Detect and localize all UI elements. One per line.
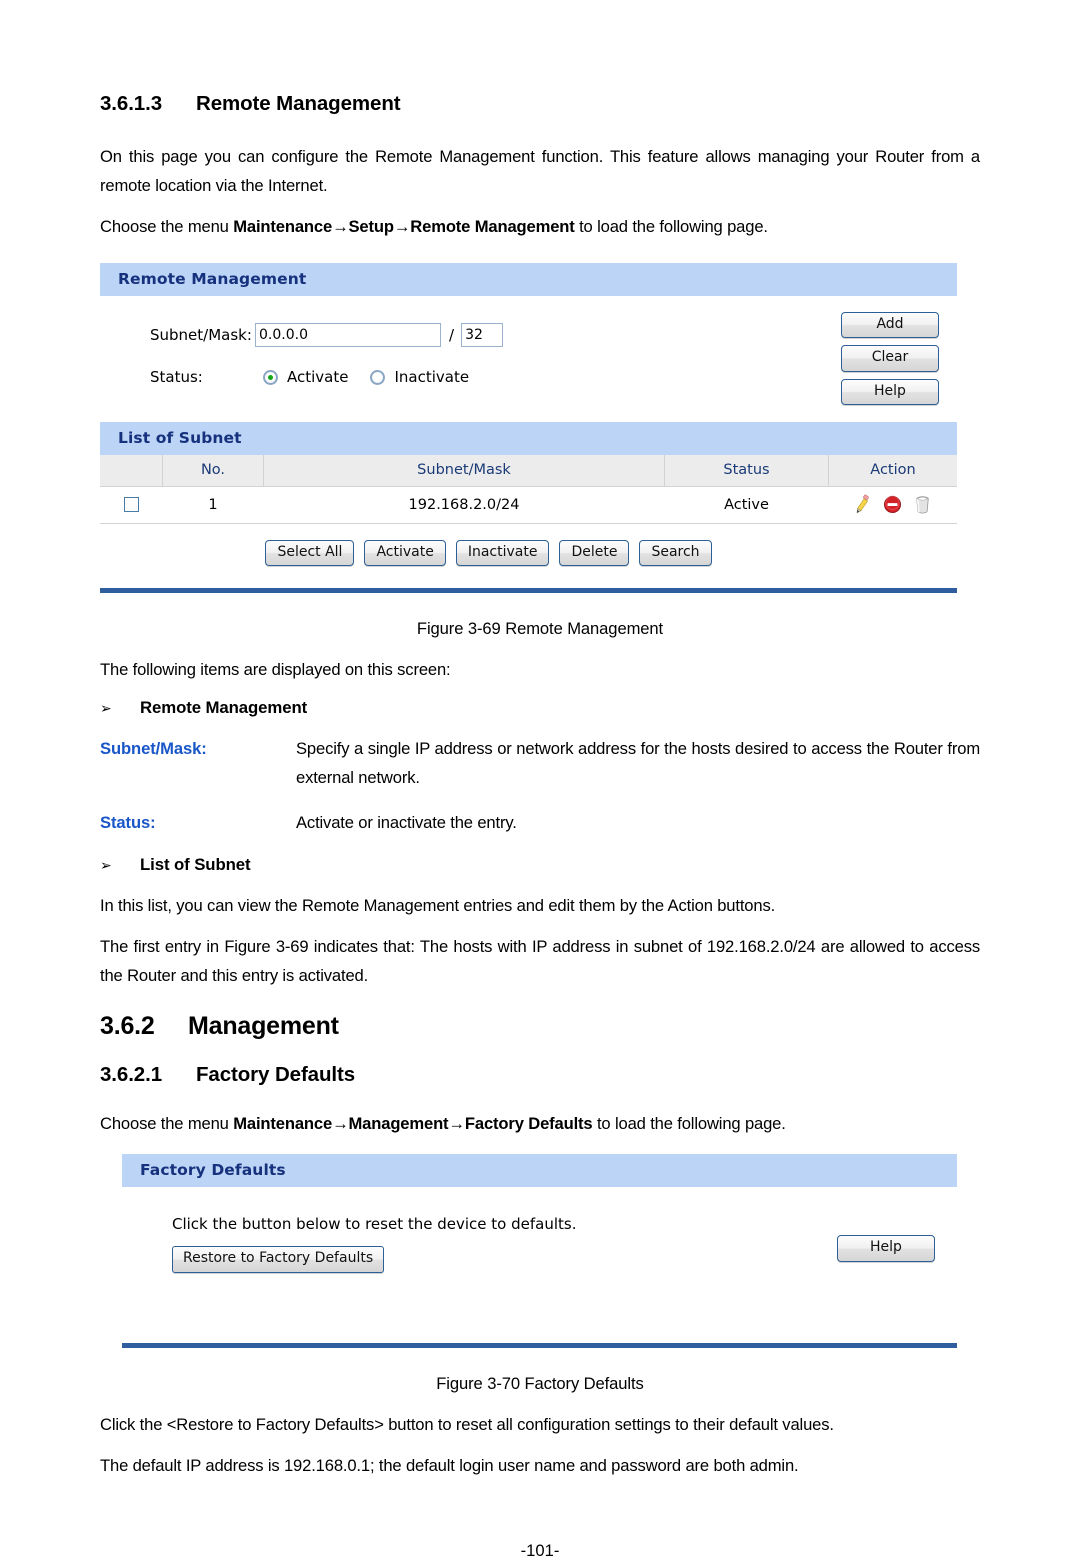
inactivate-button[interactable]: Inactivate [455,540,550,567]
remote-management-panel-body: Subnet/Mask: 0.0.0.0 / 32 Status: Activa… [100,296,957,422]
row-checkbox-cell[interactable] [100,486,163,524]
figure-caption-3-70: Figure 3-70 Factory Defaults [436,1374,644,1394]
row-no: 1 [162,486,264,524]
first-entry-note: The first entry in Figure 3-69 indicates… [100,937,980,986]
column-header-subnet-mask: Subnet/Mask [263,455,665,487]
arrow-bullet-icon: ➢ [100,700,112,717]
choose-suffix: to load the following page. [574,217,768,236]
heading-3-6-2-1-title: Factory Defaults [196,1063,356,1087]
subnet-table: No. Subnet/Mask Status Action 1 192.168.… [100,455,957,524]
definition-term-status: Status: [100,813,156,833]
subnet-mask-fields: 0.0.0.0 / 32 [255,323,504,347]
bullet-remote-management: ➢ Remote Management [100,698,980,718]
page-number: -101- [520,1540,560,1560]
subnet-mask-label: Subnet/Mask: [150,326,252,344]
remote-management-form: Subnet/Mask: 0.0.0.0 / 32 Status: Activa… [100,296,957,422]
remote-intro-paragraph: On this page you can configure the Remot… [100,147,980,195]
disable-icon[interactable] [882,494,903,515]
mask-input[interactable]: 32 [461,323,504,347]
factory-note-2: The default IP address is 192.168.0.1; t… [100,1456,799,1476]
remote-management-panel-title: Remote Management [100,263,957,296]
help-button[interactable]: Help [841,378,939,406]
radio-activate-label: Activate [287,368,349,386]
remote-management-side-buttons: Add Clear Help [841,312,939,406]
delete-trash-icon[interactable] [912,494,933,515]
radio-inactivate-label: Inactivate [394,368,470,386]
figure-caption-3-69: Figure 3-69 Remote Management [416,619,664,639]
row-status: Active [664,486,829,524]
activate-button[interactable]: Activate [364,540,446,567]
column-header-no: No. [162,455,264,487]
table-row: 1 192.168.2.0/24 Active [100,486,957,524]
search-button[interactable]: Search [639,540,712,567]
list-of-subnet-body: No. Subnet/Mask Status Action 1 192.168.… [100,455,957,589]
slash-separator: / [449,326,455,344]
radio-activate-dot[interactable] [263,369,278,385]
definition-desc-subnet-mask: Specify a single IP address or network a… [296,739,980,788]
list-of-subnet-panel-title: List of Subnet [100,422,957,455]
factory-defaults-panel-title: Factory Defaults [122,1154,957,1188]
restore-to-factory-defaults-button[interactable]: Restore to Factory Defaults [172,1246,385,1273]
subnet-mask-row: Subnet/Mask: 0.0.0.0 / 32 [100,314,957,356]
factory-choose-prefix: Choose the menu [100,1114,234,1134]
factory-defaults-panel: Factory Defaults Click the button below … [122,1154,957,1349]
row-subnet-mask: 192.168.2.0/24 [263,486,665,524]
heading-3-6-2-1-number: 3.6.2.1 [100,1063,162,1087]
heading-3-6-1-3: 3.6.1.3 Remote Management [100,92,980,116]
status-radio-group: Activate Inactivate [255,368,491,386]
row-action-cell [828,486,957,524]
heading-3-6-2: 3.6.2 Management [100,1012,980,1041]
radio-inactivate[interactable]: Inactivate [370,368,469,386]
heading-title: Remote Management [196,92,401,115]
add-button[interactable]: Add [841,312,939,339]
column-header-select [100,455,163,487]
factory-menu-path: Maintenance→Management→Factory Defaults [233,1114,593,1134]
column-header-action: Action [828,455,957,487]
restore-button-wrap: Restore to Factory Defaults [122,1246,957,1273]
factory-defaults-panel-body: Click the button below to reset the devi… [122,1187,957,1344]
bullet-list-of-subnet: ➢ List of Subnet [100,855,980,875]
radio-activate[interactable]: Activate [263,368,348,386]
status-label: Status: [150,368,203,386]
list-of-subnet-description: In this list, you can view the Remote Ma… [100,896,776,916]
bullet-list-of-subnet-label: List of Subnet [140,855,251,875]
subnet-input[interactable]: 0.0.0.0 [255,323,441,347]
arrow-bullet-icon-2: ➢ [100,857,112,874]
factory-choose-menu-paragraph: Choose the menu Maintenance→Management→F… [100,1109,980,1138]
definition-term-subnet-mask: Subnet/Mask: [100,739,207,759]
select-all-button[interactable]: Select All [265,540,355,567]
radio-inactivate-dot[interactable] [370,369,386,385]
heading-3-6-2-1: 3.6.2.1 Factory Defaults [100,1063,980,1087]
choose-prefix: Choose the menu [100,217,234,236]
edit-pencil-icon[interactable] [853,494,874,515]
factory-choose-suffix: to load the following page. [592,1114,786,1134]
heading-3-6-2-number: 3.6.2 [100,1012,155,1041]
definition-status: Status: Activate or inactivate the entry… [100,808,980,837]
definition-desc-status: Activate or inactivate the entry. [296,813,517,833]
heading-3-6-2-title: Management [188,1012,339,1041]
clear-button[interactable]: Clear [841,345,939,372]
row-checkbox[interactable] [123,497,139,512]
factory-defaults-instruction: Click the button below to reset the devi… [172,1215,577,1234]
document-page: 3.6.1.3 Remote Management On this page yo… [0,0,1080,1560]
remote-choose-menu-paragraph: Choose the menu Maintenance→Setup→Remote… [100,212,980,241]
delete-button[interactable]: Delete [559,540,630,567]
factory-defaults-help-wrap: Help [837,1235,935,1262]
bullet-remote-management-label: Remote Management [140,698,308,718]
remote-panel-footer-bar [100,588,957,594]
table-header-row: No. Subnet/Mask Status Action [100,455,957,487]
status-row: Status: Activate Inactivate [100,356,957,398]
factory-note-1: Click the <Restore to Factory Defaults> … [100,1415,834,1435]
remote-management-panel: Remote Management Subnet/Mask: 0.0.0.0 /… [100,263,957,594]
definition-subnet-mask: Subnet/Mask: Specify a single IP address… [100,734,980,792]
list-action-buttons: Select All Activate Inactivate Delete Se… [100,524,957,588]
factory-panel-footer-bar [122,1343,957,1349]
heading-number: 3.6.1.3 [100,92,162,115]
factory-defaults-help-button[interactable]: Help [837,1235,935,1262]
menu-path: Maintenance→Setup→Remote Management [233,217,575,236]
column-header-status: Status [664,455,829,487]
items-intro-paragraph: The following items are displayed on thi… [100,660,451,680]
